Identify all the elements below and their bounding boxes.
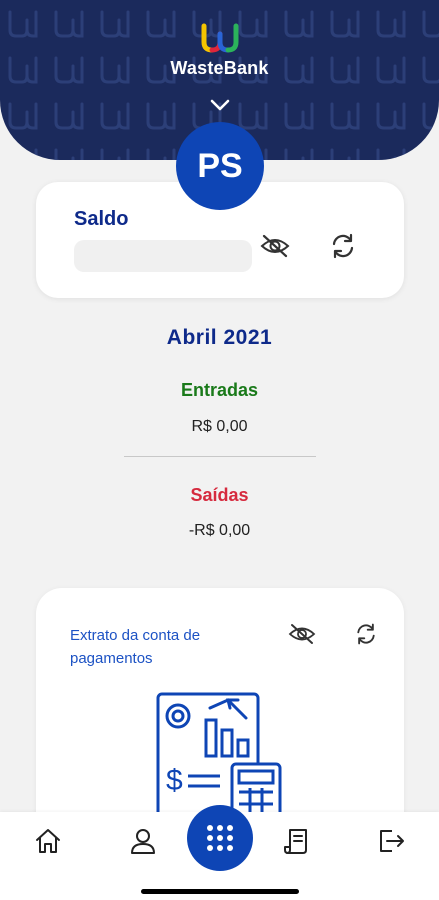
income-label: Entradas (180, 380, 259, 400)
menu-grid-button[interactable] (187, 805, 253, 871)
document-icon[interactable] (282, 826, 312, 856)
brand-logo: WasteBank (0, 22, 439, 79)
profile-icon[interactable] (128, 826, 158, 856)
statement-title[interactable]: Extrato da conta de pagamentos (70, 624, 260, 670)
eye-off-icon[interactable] (288, 622, 316, 646)
user-avatar[interactable]: PS (176, 122, 264, 210)
eye-off-icon[interactable] (259, 232, 291, 260)
menu-grid-icon (207, 825, 233, 851)
chevron-down-icon[interactable] (209, 98, 231, 112)
brand-name: WasteBank (170, 58, 269, 78)
statement-illustration-icon: $ (156, 692, 282, 822)
svg-text:$: $ (166, 764, 183, 797)
divider (124, 456, 316, 457)
home-indicator (141, 889, 299, 894)
month-label: Abril 2021 (166, 326, 273, 349)
expense-value: -R$ 0,00 (188, 522, 251, 539)
refresh-icon[interactable] (354, 622, 378, 646)
balance-title: Saldo (74, 208, 129, 230)
home-icon[interactable] (33, 826, 63, 856)
wastebank-logo-icon (201, 23, 238, 53)
logout-icon[interactable] (376, 826, 406, 856)
refresh-icon[interactable] (329, 232, 357, 260)
income-value: R$ 0,00 (191, 418, 248, 435)
balance-value-hidden (74, 240, 252, 272)
expense-label: Saídas (190, 485, 249, 505)
